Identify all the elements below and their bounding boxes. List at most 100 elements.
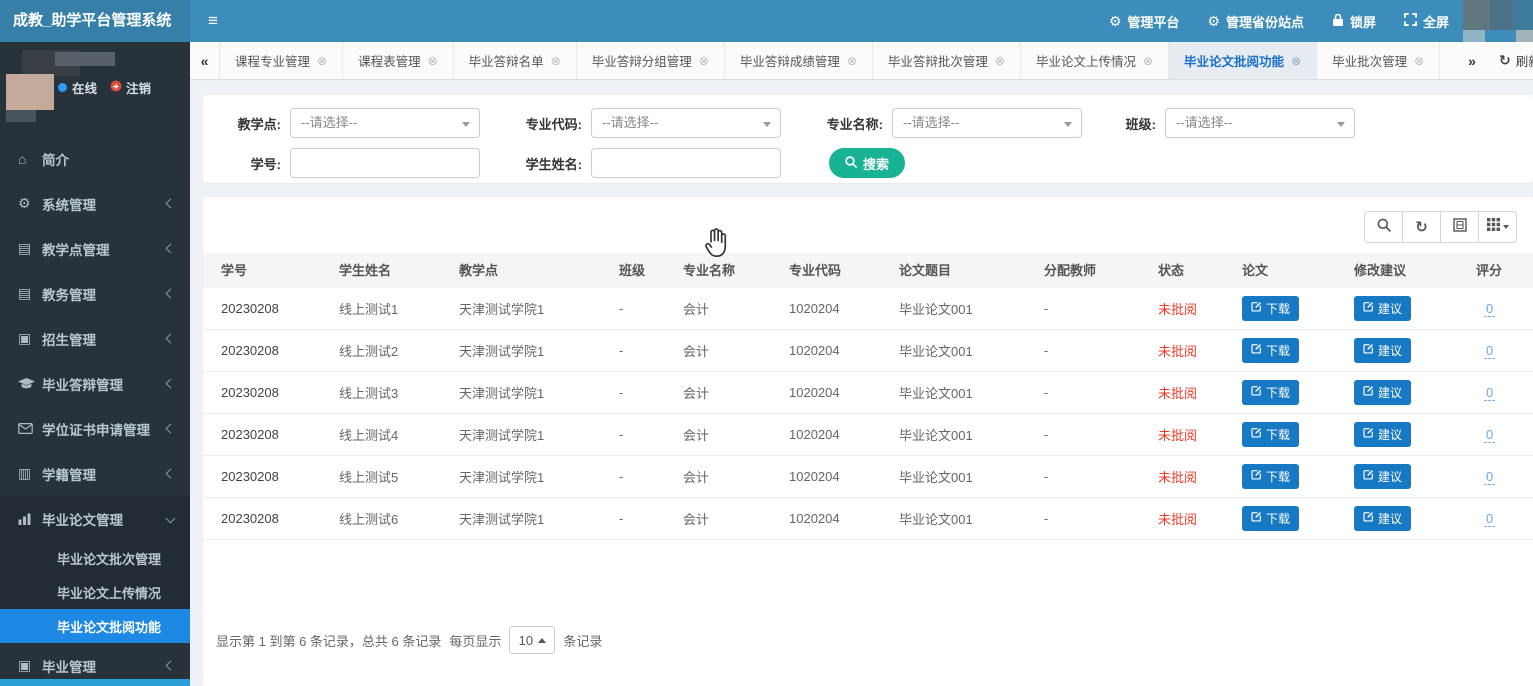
- tab-defense-roster[interactable]: 毕业答辩名单 ⊗: [454, 42, 577, 79]
- edit-icon: [1363, 469, 1374, 483]
- close-icon[interactable]: ⊗: [1291, 54, 1301, 68]
- sidebar-item-teaching-site-management[interactable]: ▤ 教学点管理: [0, 226, 190, 271]
- download-thesis-button[interactable]: 下载: [1242, 296, 1299, 321]
- refresh-icon: ↻: [1415, 218, 1428, 236]
- double-right-arrow-icon: »: [1468, 53, 1476, 69]
- edit-icon: [1251, 427, 1262, 441]
- student-name-input[interactable]: [591, 148, 781, 178]
- per-page-prefix: 每页显示: [449, 631, 501, 650]
- manage-province-sites-button[interactable]: ⚙ 管理省份站点: [1193, 0, 1318, 42]
- tab-thesis-upload-status[interactable]: 毕业论文上传情况 ⊗: [1021, 42, 1169, 79]
- sidebar: 在线 注销 ⌂ 简介 ⚙ 系统管理 ▤ 教学点管理 ▤ 教务管理 ▣: [0, 42, 190, 686]
- chevron-down-icon: [763, 122, 771, 127]
- download-thesis-button[interactable]: 下载: [1242, 422, 1299, 447]
- table-search-button[interactable]: [1364, 211, 1403, 243]
- sidebar-bottom-strip: [0, 679, 190, 686]
- download-thesis-button[interactable]: 下载: [1242, 464, 1299, 489]
- col-header-score: 评分: [1458, 253, 1533, 287]
- table-refresh-button[interactable]: ↻: [1402, 211, 1441, 243]
- status-badge: 未批阅: [1140, 455, 1224, 497]
- table-row: 20230208 线上测试4 天津测试学院1 - 会计 1020204 毕业论文…: [203, 413, 1533, 455]
- lock-screen-button[interactable]: 锁屏: [1318, 0, 1390, 42]
- major-name-label: 专业名称:: [811, 114, 883, 133]
- sidebar-subitem-thesis-batch-management[interactable]: 毕业论文批次管理: [0, 541, 190, 575]
- download-thesis-button[interactable]: 下载: [1242, 380, 1299, 405]
- tabs-scroll-left-button[interactable]: «: [190, 42, 220, 79]
- suggest-button[interactable]: 建议: [1354, 338, 1411, 363]
- sidebar-item-enrollment-management[interactable]: ▣ 招生管理: [0, 316, 190, 361]
- search-icon: [845, 156, 857, 171]
- search-button[interactable]: 搜索: [829, 148, 905, 178]
- chevron-up-icon: [538, 638, 546, 643]
- chevron-down-icon: [1503, 225, 1509, 229]
- close-icon[interactable]: ⊗: [995, 54, 1005, 68]
- sidebar-item-student-status-management[interactable]: ▥ 学籍管理: [0, 451, 190, 496]
- suggest-button[interactable]: 建议: [1354, 506, 1411, 531]
- score-link[interactable]: 0: [1484, 385, 1495, 401]
- col-header-major-code: 专业代码: [771, 253, 881, 287]
- tab-graduation-batch-management[interactable]: 毕业批次管理 ⊗: [1317, 42, 1440, 79]
- sidebar-item-thesis-management[interactable]: 毕业论文管理: [0, 496, 190, 541]
- sidebar-subitem-thesis-review-function[interactable]: 毕业论文批阅功能: [0, 609, 190, 643]
- sidebar-item-defense-management[interactable]: 毕业答辩管理: [0, 361, 190, 406]
- tab-defense-batch-management[interactable]: 毕业答辩批次管理 ⊗: [873, 42, 1021, 79]
- edit-icon: [1251, 469, 1262, 483]
- score-link[interactable]: 0: [1484, 301, 1495, 317]
- score-link[interactable]: 0: [1484, 427, 1495, 443]
- close-icon[interactable]: ⊗: [1143, 54, 1153, 68]
- sidebar-toggle-button[interactable]: ≡: [190, 0, 236, 42]
- col-header-student-no: 学号: [203, 253, 321, 287]
- class-label: 班级:: [1112, 114, 1156, 133]
- edit-icon: [1251, 385, 1262, 399]
- logout-link[interactable]: 注销: [110, 78, 151, 97]
- table-columns-button[interactable]: [1478, 211, 1517, 243]
- sidebar-item-academic-management[interactable]: ▤ 教务管理: [0, 271, 190, 316]
- major-name-select[interactable]: --请选择--: [892, 108, 1082, 138]
- download-thesis-button[interactable]: 下载: [1242, 338, 1299, 363]
- sidebar-item-system-management[interactable]: ⚙ 系统管理: [0, 181, 190, 226]
- manage-platform-button[interactable]: ⚙ 管理平台: [1095, 0, 1194, 42]
- close-icon[interactable]: ⊗: [551, 54, 561, 68]
- hamburger-icon: ≡: [208, 11, 218, 31]
- table-toolbar: ↻: [203, 197, 1533, 253]
- score-link[interactable]: 0: [1484, 343, 1495, 359]
- thesis-review-table: 学号 学生姓名 教学点 班级 专业名称 专业代码 论文题目 分配教师 状态 论文…: [203, 253, 1533, 540]
- close-icon[interactable]: ⊗: [1414, 54, 1424, 68]
- chevron-left-icon: [166, 244, 176, 254]
- censored-avatar-photo: [6, 74, 54, 110]
- censored-user-avatar[interactable]: [1463, 0, 1533, 42]
- major-code-select[interactable]: --请选择--: [591, 108, 781, 138]
- download-thesis-button[interactable]: 下载: [1242, 506, 1299, 531]
- suggest-button[interactable]: 建议: [1354, 296, 1411, 321]
- tab-thesis-review-function[interactable]: 毕业论文批阅功能 ⊗: [1169, 42, 1317, 79]
- chevron-down-icon: [462, 122, 470, 127]
- teaching-site-select[interactable]: --请选择--: [290, 108, 480, 138]
- close-icon[interactable]: ⊗: [847, 54, 857, 68]
- page-size-select[interactable]: 10: [509, 626, 555, 654]
- suggest-button[interactable]: 建议: [1354, 422, 1411, 447]
- fullscreen-button[interactable]: 全屏: [1390, 0, 1463, 42]
- suggest-button[interactable]: 建议: [1354, 464, 1411, 489]
- col-header-status: 状态: [1140, 253, 1224, 287]
- tab-course-major-management[interactable]: 课程专业管理 ⊗: [220, 42, 343, 79]
- col-header-student-name: 学生姓名: [321, 253, 441, 287]
- chevron-left-icon: [166, 661, 176, 671]
- sidebar-item-intro[interactable]: ⌂ 简介: [0, 136, 190, 181]
- score-link[interactable]: 0: [1484, 511, 1495, 527]
- suggest-button[interactable]: 建议: [1354, 380, 1411, 405]
- refresh-tab-button[interactable]: ↻ 刷新: [1489, 51, 1533, 70]
- tabs-scroll-right-button[interactable]: »: [1455, 53, 1489, 69]
- close-icon[interactable]: ⊗: [699, 54, 709, 68]
- class-select[interactable]: --请选择--: [1165, 108, 1355, 138]
- close-icon[interactable]: ⊗: [428, 54, 438, 68]
- tab-timetable-management[interactable]: 课程表管理 ⊗: [343, 42, 454, 79]
- sidebar-item-degree-certificate-management[interactable]: 学位证书申请管理: [0, 406, 190, 451]
- tab-defense-grouping-management[interactable]: 毕业答辩分组管理 ⊗: [577, 42, 725, 79]
- student-no-input[interactable]: [290, 148, 480, 178]
- score-link[interactable]: 0: [1484, 469, 1495, 485]
- table-toggle-view-button[interactable]: [1440, 211, 1479, 243]
- tab-defense-score-management[interactable]: 毕业答辩成绩管理 ⊗: [725, 42, 873, 79]
- sidebar-subitem-thesis-upload-status[interactable]: 毕业论文上传情况: [0, 575, 190, 609]
- close-icon[interactable]: ⊗: [317, 54, 327, 68]
- online-status-dot: [58, 83, 67, 92]
